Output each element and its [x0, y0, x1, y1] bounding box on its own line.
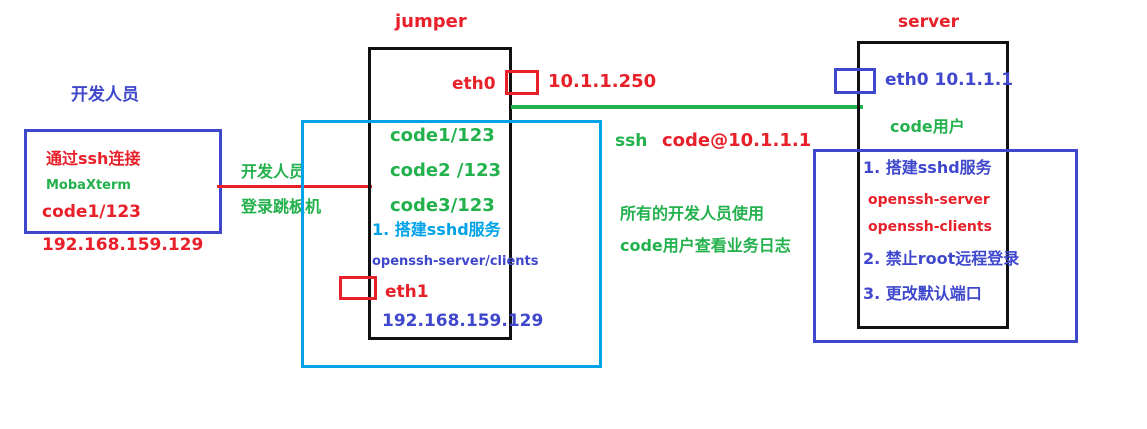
server-eth0-port	[834, 68, 876, 94]
server-eth0-text: eth0 10.1.1.1	[885, 70, 1014, 90]
jumper-eth0-port	[505, 70, 539, 95]
jumper-account-2: code2 /123	[390, 160, 502, 181]
jumper-server-link-line	[511, 105, 863, 109]
server-sshd-box	[813, 149, 1078, 343]
dev-jumper-link-label-1: 开发人员	[241, 162, 306, 181]
jumper-eth0-label: eth0	[452, 74, 496, 94]
link-note-1: 所有的开发人员使用	[620, 204, 765, 223]
server-step2-text: 2. 禁止root远程登录	[863, 249, 1020, 268]
developer-client-text: MobaXterm	[46, 178, 131, 193]
developer-ip-text: 192.168.159.129	[42, 235, 204, 255]
server-pkg1-text: openssh-server	[868, 192, 990, 208]
server-pkg2-text: openssh-clients	[868, 219, 992, 235]
link-target-label: code@10.1.1.1	[662, 130, 812, 151]
developer-title: 开发人员	[71, 85, 139, 105]
jumper-eth1-ip: 192.168.159.129	[382, 311, 544, 331]
server-user-text: code用户	[890, 117, 965, 136]
server-title: server	[898, 12, 960, 32]
jumper-eth1-label: eth1	[385, 282, 429, 302]
developer-connect-text: 通过ssh连接	[46, 149, 141, 168]
jumper-eth0-ip: 10.1.1.250	[548, 71, 657, 92]
jumper-packages-text: openssh-server/clients	[372, 254, 539, 269]
server-step3-text: 3. 更改默认端口	[863, 284, 982, 303]
jumper-eth1-port	[339, 276, 377, 300]
jumper-step1-text: 1. 搭建sshd服务	[372, 220, 501, 239]
developer-account-text: code1/123	[42, 202, 141, 222]
jumper-account-3: code3/123	[390, 195, 495, 216]
jumper-title: jumper	[395, 11, 467, 32]
link-ssh-label: ssh	[615, 131, 648, 151]
server-step1-text: 1. 搭建sshd服务	[863, 158, 992, 177]
jumper-account-1: code1/123	[390, 125, 495, 146]
link-note-2: code用户查看业务日志	[620, 236, 791, 255]
